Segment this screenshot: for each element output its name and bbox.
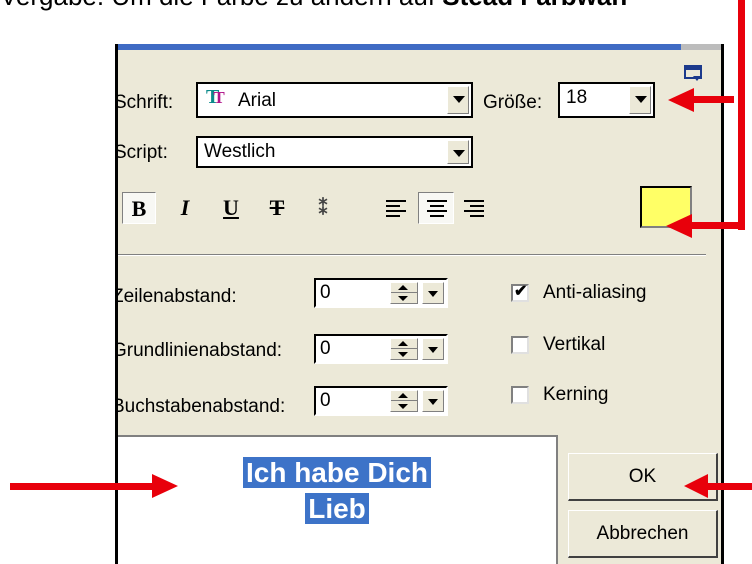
- arrow-ok-head: [684, 474, 708, 498]
- arrow-color-head: [666, 214, 692, 238]
- arrow-color-shaft: [690, 222, 745, 229]
- arrow-color-vertical: [738, 0, 745, 230]
- arrow-size-head: [668, 88, 694, 112]
- arrow-size-shaft: [690, 96, 734, 103]
- arrow-preview-shaft: [10, 483, 156, 490]
- annotation-arrows: [10, 0, 752, 498]
- arrow-preview-head: [152, 474, 178, 498]
